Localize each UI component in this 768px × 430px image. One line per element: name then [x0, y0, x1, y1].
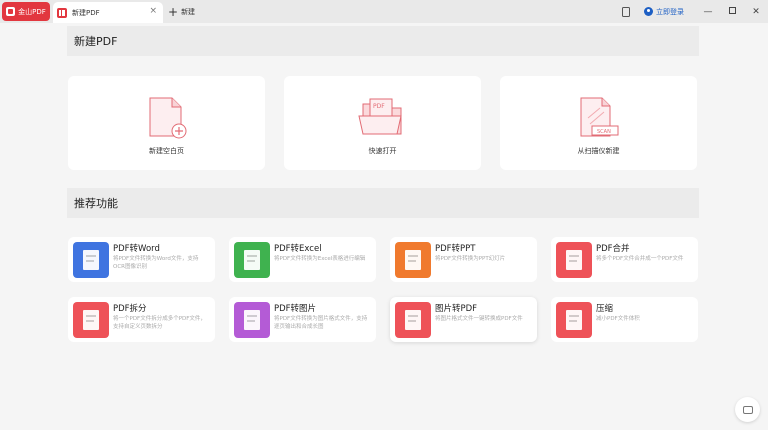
feature-title: PDF转PPT	[435, 244, 476, 254]
feature-pdf-to-ppt[interactable]: PDF转PPT 将PDF文件转换为PPT幻灯片	[390, 237, 537, 282]
device-icon[interactable]	[622, 6, 630, 17]
user-avatar-icon	[644, 7, 653, 16]
folder-open-pdf-icon: PDF	[357, 96, 409, 144]
chat-bubble-icon	[742, 405, 753, 414]
pdf-to-ppt-icon	[395, 242, 431, 278]
feature-desc: 将PDF文件转换为图片格式文件，支持逐页输出和合成长图	[274, 316, 368, 330]
feature-pdf-merge[interactable]: PDF合并 将多个PDF文件合并成一个PDF文件	[551, 237, 698, 282]
feature-pdf-to-excel[interactable]: PDF转Excel 将PDF文件转换为Excel表格进行编辑	[229, 237, 376, 282]
pdf-merge-icon	[556, 242, 592, 278]
tab-close-icon[interactable]: ×	[149, 6, 157, 16]
blank-page-plus-icon	[146, 96, 188, 144]
tab-label: 新建PDF	[72, 8, 100, 17]
close-window-button[interactable]: ✕	[744, 7, 768, 17]
compress-icon	[556, 302, 592, 338]
image-to-pdf-icon	[395, 302, 431, 338]
tab-new-pdf[interactable]: 新建PDF ×	[53, 2, 163, 23]
app-brand-label: 金山PDF	[18, 7, 46, 16]
feature-title: PDF转Excel	[274, 244, 322, 254]
scanner-page-icon: SCAN	[576, 96, 622, 144]
feature-compress[interactable]: 压缩 减小PDF文件体积	[551, 297, 698, 342]
feature-desc: 将PDF文件转换为Word文件，支持OCR图像识别	[113, 256, 199, 270]
login-button[interactable]: 立即登录	[644, 7, 684, 17]
scan-text: SCAN	[597, 129, 611, 135]
title-bar: 金山PDF 新建PDF × + 新建 立即登录 — ✕	[0, 0, 768, 23]
feature-desc: 将多个PDF文件合并成一个PDF文件	[596, 256, 684, 262]
feature-desc: 将图片格式文件一键转换成PDF文件	[435, 316, 523, 322]
feature-title: 图片转PDF	[435, 304, 478, 314]
feature-title: PDF转Word	[113, 244, 160, 254]
feature-pdf-to-image[interactable]: PDF转图片 将PDF文件转换为图片格式文件，支持逐页输出和合成长图	[229, 297, 376, 342]
scanner-new-card[interactable]: SCAN 从扫描仪新建	[500, 76, 697, 170]
pdf-text: PDF	[373, 103, 385, 110]
feature-image-to-pdf[interactable]: 图片转PDF 将图片格式文件一键转换成PDF文件	[390, 297, 537, 342]
plus-icon: +	[168, 4, 179, 19]
new-blank-page-card[interactable]: 新建空白页	[68, 76, 265, 170]
login-label: 立即登录	[656, 7, 684, 16]
section-heading-recommended: 推荐功能	[67, 188, 699, 218]
new-blank-page-label: 新建空白页	[149, 147, 184, 155]
section-heading-new-pdf: 新建PDF	[67, 26, 699, 56]
maximize-button[interactable]	[720, 6, 744, 17]
maximize-icon	[728, 6, 736, 14]
new-tab-button[interactable]: + 新建	[168, 4, 195, 19]
pdf-to-excel-icon	[234, 242, 270, 278]
pdf-to-word-icon	[73, 242, 109, 278]
feature-pdf-to-word[interactable]: PDF转Word 将PDF文件转换为Word文件，支持OCR图像识别	[68, 237, 215, 282]
feature-pdf-split[interactable]: PDF拆分 将一个PDF文件拆分成多个PDF文件，支持自定义页数拆分	[68, 297, 215, 342]
feature-title: PDF合并	[596, 244, 630, 254]
minimize-button[interactable]: —	[696, 7, 720, 17]
pdf-to-image-icon	[234, 302, 270, 338]
pdf-split-icon	[73, 302, 109, 338]
scanner-new-label: 从扫描仪新建	[577, 147, 620, 155]
app-brand-button[interactable]: 金山PDF	[2, 2, 50, 21]
feature-desc: 将PDF文件转换为PPT幻灯片	[435, 256, 506, 262]
new-tab-label: 新建	[181, 7, 196, 16]
feature-desc: 将一个PDF文件拆分成多个PDF文件，支持自定义页数拆分	[113, 316, 206, 330]
quick-open-card[interactable]: PDF 快速打开	[284, 76, 481, 170]
pdf-tab-icon	[57, 7, 67, 18]
feature-desc: 减小PDF文件体积	[596, 316, 640, 322]
feature-title: PDF转图片	[274, 304, 317, 314]
feature-desc: 将PDF文件转换为Excel表格进行编辑	[274, 256, 366, 262]
app-logo-icon	[6, 7, 16, 16]
feedback-chat-button[interactable]	[735, 397, 760, 422]
feature-title: 压缩	[596, 304, 614, 314]
quick-open-label: 快速打开	[368, 147, 397, 155]
feature-title: PDF拆分	[113, 304, 147, 314]
